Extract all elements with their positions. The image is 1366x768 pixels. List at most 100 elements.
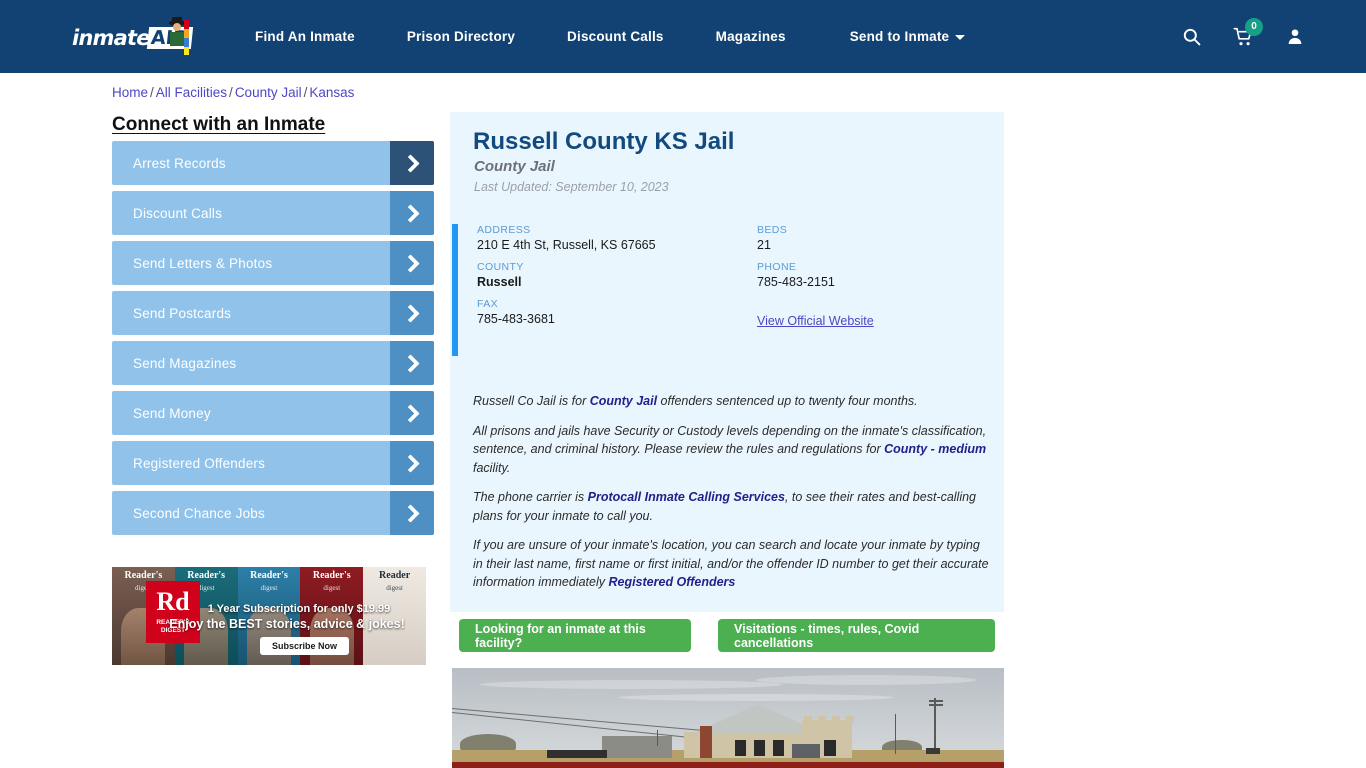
chevron-right-icon — [390, 191, 434, 235]
nav-item-magazines[interactable]: Magazines — [716, 29, 786, 44]
page-title: Russell County KS Jail — [473, 128, 735, 155]
nav-item-find-an-inmate[interactable]: Find An Inmate — [255, 29, 355, 44]
description-paragraph-2: All prisons and jails have Security or C… — [473, 422, 989, 478]
cart-icon[interactable]: 0 — [1233, 17, 1263, 47]
sidebar-item-label: Send Letters & Photos — [133, 255, 273, 271]
chevron-right-icon — [390, 341, 434, 385]
breadcrumb-separator: / — [229, 85, 233, 100]
mascot-icon — [169, 17, 189, 55]
chevron-right-icon — [390, 141, 434, 185]
search-icon[interactable] — [1182, 27, 1201, 46]
breadcrumb-item-all-facilities[interactable]: All Facilities — [156, 85, 227, 100]
user-icon[interactable] — [1286, 27, 1304, 46]
sidebar-title: Connect with an Inmate — [112, 114, 326, 135]
description-text: The phone carrier is — [473, 490, 588, 504]
info-field-website: View Official Website — [757, 298, 1004, 330]
breadcrumb: Home / All Facilities / County Jail / Kansas — [112, 85, 354, 100]
facility-info-block: ADDRESS 210 E 4th St, Russell, KS 67665 … — [452, 224, 1004, 356]
info-label: BEDS — [757, 224, 788, 236]
ad-cover: Reader digest — [363, 567, 426, 665]
nav-item-discount-calls[interactable]: Discount Calls — [567, 29, 664, 44]
info-field-county: COUNTY Russell — [477, 261, 757, 289]
chevron-right-icon — [390, 291, 434, 335]
nav-item-send-to-inmate-label: Send to Inmate — [849, 29, 950, 44]
facility-type: County Jail — [474, 158, 555, 175]
ad-cover-title: Reader's — [250, 570, 288, 581]
info-value: 785-483-3681 — [477, 312, 555, 326]
main-nav: Find An Inmate Prison Directory Discount… — [255, 0, 966, 73]
info-label: ADDRESS — [477, 224, 531, 236]
accent-bar — [452, 224, 458, 356]
info-field-beds: BEDS 21 — [757, 224, 1004, 252]
info-label: PHONE — [757, 261, 797, 273]
site-header: inmate AID Find An Inmate Prison Director… — [0, 0, 1366, 73]
breadcrumb-separator: / — [303, 85, 308, 100]
chevron-right-icon — [390, 241, 434, 285]
sidebar-item-label: Send Magazines — [133, 355, 237, 371]
nav-item-prison-directory[interactable]: Prison Directory — [407, 29, 515, 44]
sidebar-item-discount-calls[interactable]: Discount Calls — [112, 191, 434, 235]
breadcrumb-item-county-jail[interactable]: County Jail — [235, 85, 302, 100]
description-link[interactable]: County - medium — [884, 442, 986, 456]
last-updated-text: Last Updated: September 10, 2023 — [474, 180, 669, 194]
ad-headline: 1 Year Subscription for only $19.99 — [207, 603, 391, 615]
description-paragraph-3: The phone carrier is Protocall Inmate Ca… — [473, 488, 989, 525]
sidebar-item-label: Second Chance Jobs — [133, 505, 265, 521]
breadcrumb-item-kansas[interactable]: Kansas — [309, 85, 354, 100]
sidebar-item-second-chance-jobs[interactable]: Second Chance Jobs — [112, 491, 434, 535]
info-label: FAX — [477, 298, 499, 310]
sidebar-item-send-money[interactable]: Send Money — [112, 391, 434, 435]
nav-item-send-to-inmate[interactable]: Send to Inmate — [850, 29, 966, 44]
header-icon-group: 0 — [1182, 0, 1304, 73]
breadcrumb-separator: / — [150, 85, 154, 100]
sidebar-item-label: Discount Calls — [133, 205, 223, 221]
chevron-right-icon — [390, 391, 434, 435]
sidebar-item-label: Send Money — [133, 405, 211, 421]
description-text: offenders sentenced up to twenty four mo… — [657, 394, 918, 408]
sidebar-item-label: Send Postcards — [133, 305, 232, 321]
chevron-right-icon — [390, 491, 434, 535]
sidebar-menu: Arrest Records Discount Calls Send Lette… — [112, 141, 434, 541]
view-official-website-link[interactable]: View Official Website — [757, 314, 874, 328]
chevron-right-icon — [390, 441, 434, 485]
info-value: Russell — [477, 275, 522, 289]
info-value: 210 E 4th St, Russell, KS 67665 — [477, 238, 656, 252]
info-field-phone: PHONE 785-483-2151 — [757, 261, 1004, 289]
sidebar-item-arrest-records[interactable]: Arrest Records — [112, 141, 434, 185]
facility-description: Russell Co Jail is for County Jail offen… — [473, 392, 989, 603]
visitations-button[interactable]: Visitations - times, rules, Covid cancel… — [718, 619, 995, 652]
description-link[interactable]: Registered Offenders — [608, 575, 735, 589]
ad-cover-sub: digest — [386, 584, 403, 592]
cart-count-badge: 0 — [1245, 17, 1263, 36]
sidebar-item-label: Arrest Records — [133, 155, 226, 171]
sidebar-item-send-postcards[interactable]: Send Postcards — [112, 291, 434, 335]
sidebar-item-registered-offenders[interactable]: Registered Offenders — [112, 441, 434, 485]
description-link[interactable]: County Jail — [590, 394, 657, 408]
info-field-address: ADDRESS 210 E 4th St, Russell, KS 67665 — [477, 224, 757, 252]
description-link[interactable]: Protocall Inmate Calling Services — [588, 490, 785, 504]
sidebar-item-send-magazines[interactable]: Send Magazines — [112, 341, 434, 385]
ad-cover-title: Reader's — [124, 570, 163, 581]
ad-subheadline: Enjoy the BEST stories, advice & jokes! — [169, 617, 405, 631]
description-text: facility. — [473, 460, 511, 475]
description-paragraph-1: Russell Co Jail is for County Jail offen… — [473, 392, 989, 411]
ad-cover-title: Reader's — [187, 570, 226, 581]
ad-cover-sub: digest — [323, 584, 341, 592]
info-value: 785-483-2151 — [757, 275, 835, 289]
sidebar-item-send-letters-photos[interactable]: Send Letters & Photos — [112, 241, 434, 285]
foreground-vehicle — [452, 762, 1004, 768]
ad-subscribe-button[interactable]: Subscribe Now — [260, 637, 350, 655]
logo-text: inmate — [72, 26, 150, 50]
description-paragraph-4: If you are unsure of your inmate's locat… — [473, 536, 989, 592]
find-inmate-button[interactable]: Looking for an inmate at this facility? — [459, 619, 691, 652]
facility-info-grid: ADDRESS 210 E 4th St, Russell, KS 67665 … — [477, 224, 1004, 330]
info-label-spacer — [757, 298, 1004, 310]
ad-cover-sub: digest — [260, 584, 278, 592]
facility-photo — [452, 668, 1004, 768]
ad-cover-title: Reader — [379, 570, 411, 581]
description-text: Russell Co Jail is for — [473, 394, 590, 408]
advertisement-banner[interactable]: Reader's digest Reader's digest Reader's di… — [112, 567, 426, 665]
site-logo[interactable]: inmate AID — [72, 17, 193, 58]
chevron-down-icon — [955, 34, 966, 40]
breadcrumb-item-home[interactable]: Home — [112, 85, 148, 100]
